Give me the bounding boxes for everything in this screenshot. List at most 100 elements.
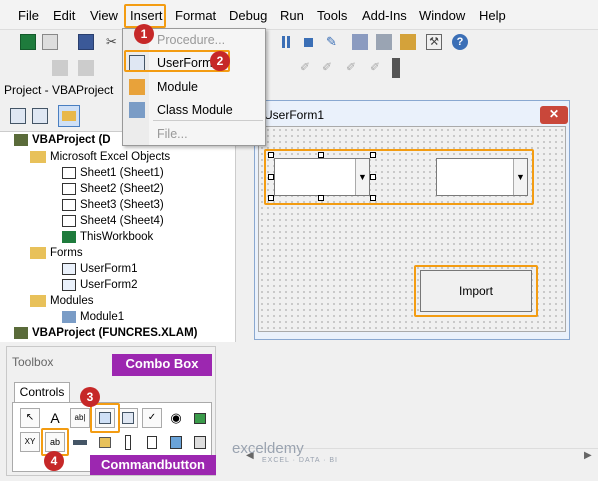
step-badge-3: 3 bbox=[80, 387, 100, 407]
listbox-icon[interactable] bbox=[118, 408, 138, 428]
object-browser-icon[interactable] bbox=[400, 34, 416, 50]
resize-handle[interactable] bbox=[318, 195, 324, 201]
chevron-down-icon[interactable]: ▼ bbox=[513, 159, 527, 195]
project-explorer-icon[interactable] bbox=[352, 34, 368, 50]
userform-title: UserForm1 bbox=[264, 108, 325, 122]
menu-format[interactable]: Format bbox=[175, 8, 216, 23]
folder-icon bbox=[30, 295, 46, 307]
list-constants-icon[interactable] bbox=[78, 60, 94, 76]
togglebutton-icon[interactable] bbox=[190, 408, 210, 428]
tree-userform2[interactable]: UserForm2 bbox=[62, 279, 138, 291]
resize-handle[interactable] bbox=[318, 152, 324, 158]
chevron-down-icon[interactable]: ▼ bbox=[355, 159, 369, 195]
watermark-tagline: EXCEL · DATA · BI bbox=[262, 457, 338, 464]
combo-box-1[interactable]: ▼ bbox=[274, 158, 370, 196]
folder-icon bbox=[30, 151, 46, 163]
resize-handle[interactable] bbox=[370, 174, 376, 180]
menu-edit[interactable]: Edit bbox=[53, 8, 75, 23]
tree-thisworkbook[interactable]: ThisWorkbook bbox=[62, 231, 153, 243]
userform-icon bbox=[62, 263, 76, 275]
toggle-folders-icon[interactable] bbox=[58, 105, 80, 127]
tree-modules[interactable]: Modules bbox=[30, 295, 93, 307]
userform-icon bbox=[62, 279, 76, 291]
list-properties-icon[interactable] bbox=[52, 60, 68, 76]
menu-window[interactable]: Window bbox=[419, 8, 465, 23]
tree-excel-objects[interactable]: Microsoft Excel Objects bbox=[30, 151, 170, 163]
step-badge-2: 2 bbox=[210, 51, 230, 71]
step-badge-4: 4 bbox=[44, 451, 64, 471]
select-objects-icon[interactable]: ↖ bbox=[20, 408, 40, 428]
resize-handle[interactable] bbox=[268, 152, 274, 158]
tree-sheet2[interactable]: Sheet2 (Sheet2) bbox=[62, 183, 164, 195]
tabstrip-icon[interactable] bbox=[70, 432, 90, 452]
scroll-right-icon[interactable]: ▶ bbox=[584, 450, 592, 461]
tree-funcres[interactable]: VBAProject (FUNCRES.XLAM) bbox=[14, 327, 197, 339]
menu-help[interactable]: Help bbox=[479, 8, 506, 23]
toggle-breakpoint-icon[interactable]: ✐ bbox=[300, 60, 316, 76]
uncomment-block-icon[interactable]: ✐ bbox=[346, 60, 362, 76]
workbook-icon bbox=[62, 231, 76, 243]
menu-item-file[interactable]: File... bbox=[157, 127, 188, 141]
menu-file[interactable]: File bbox=[18, 8, 39, 23]
sheet-icon bbox=[62, 167, 76, 179]
tree-module1[interactable]: Module1 bbox=[62, 311, 124, 323]
help-icon[interactable]: ? bbox=[452, 34, 468, 50]
view-object-icon[interactable] bbox=[32, 108, 48, 124]
combo-box-callout: Combo Box bbox=[112, 354, 212, 376]
watermark-logo: exceldemy bbox=[232, 440, 304, 457]
menu-item-procedure[interactable]: Procedure... bbox=[157, 33, 225, 47]
stop-icon[interactable] bbox=[304, 38, 313, 47]
insert-userform-icon[interactable] bbox=[42, 34, 58, 50]
class-module-menu-icon bbox=[129, 102, 145, 118]
spinbutton-icon[interactable] bbox=[142, 432, 162, 452]
refedit-icon[interactable] bbox=[190, 432, 210, 452]
checkbox-icon[interactable]: ✓ bbox=[142, 408, 162, 428]
menu-add-ins[interactable]: Add-Ins bbox=[362, 8, 407, 23]
resize-handle[interactable] bbox=[268, 195, 274, 201]
cut-icon[interactable]: ✂ bbox=[106, 34, 122, 50]
tree-forms[interactable]: Forms bbox=[30, 247, 83, 259]
menu-debug[interactable]: Debug bbox=[229, 8, 267, 23]
label-icon[interactable]: A bbox=[45, 408, 65, 428]
resize-handle[interactable] bbox=[370, 195, 376, 201]
commandbutton-callout: Commandbutton bbox=[90, 455, 216, 475]
tab-controls[interactable]: Controls bbox=[14, 382, 70, 402]
optionbutton-icon[interactable]: ◉ bbox=[166, 408, 186, 428]
toggle-bookmark-icon[interactable]: ✐ bbox=[370, 60, 386, 76]
vbaproject-icon bbox=[14, 327, 28, 339]
close-icon[interactable]: ✕ bbox=[540, 106, 568, 124]
tree-sheet4[interactable]: Sheet4 (Sheet4) bbox=[62, 215, 164, 227]
combo-box-2[interactable]: ▼ bbox=[436, 158, 528, 196]
step-badge-1: 1 bbox=[134, 24, 154, 44]
frame-icon[interactable]: XY bbox=[20, 432, 40, 452]
toolbox-icon[interactable]: ⚒ bbox=[426, 34, 442, 50]
combobox-tool-highlight bbox=[90, 403, 120, 433]
tree-userform1[interactable]: UserForm1 bbox=[62, 263, 138, 275]
tree-sheet3[interactable]: Sheet3 (Sheet3) bbox=[62, 199, 164, 211]
view-code-icon[interactable] bbox=[10, 108, 26, 124]
tree-sheet1[interactable]: Sheet1 (Sheet1) bbox=[62, 167, 164, 179]
save-icon[interactable] bbox=[78, 34, 94, 50]
scrollbar-icon[interactable] bbox=[118, 432, 138, 452]
toolbar-overflow-icon[interactable] bbox=[392, 58, 400, 78]
menu-bar: File Edit View Insert Format Debug Run T… bbox=[0, 0, 598, 30]
menu-view[interactable]: View bbox=[90, 8, 118, 23]
textbox-icon[interactable]: ab| bbox=[70, 408, 90, 428]
properties-window-icon[interactable] bbox=[376, 34, 392, 50]
image-control-icon[interactable] bbox=[166, 432, 186, 452]
design-mode-icon[interactable]: ✎ bbox=[326, 34, 342, 50]
tree-vbaproject[interactable]: VBAProject (D bbox=[14, 134, 111, 146]
sheet-icon bbox=[62, 183, 76, 195]
pause-icon[interactable] bbox=[282, 36, 290, 48]
menu-item-class-module[interactable]: Class Module bbox=[157, 103, 233, 117]
multipage-icon[interactable] bbox=[95, 432, 115, 452]
excel-icon[interactable] bbox=[20, 34, 36, 50]
menu-item-module[interactable]: Module bbox=[157, 80, 198, 94]
import-button[interactable]: Import bbox=[420, 270, 532, 312]
menu-tools[interactable]: Tools bbox=[317, 8, 347, 23]
module-menu-icon bbox=[129, 79, 145, 95]
menu-run[interactable]: Run bbox=[280, 8, 304, 23]
comment-block-icon[interactable]: ✐ bbox=[322, 60, 338, 76]
resize-handle[interactable] bbox=[268, 174, 274, 180]
resize-handle[interactable] bbox=[370, 152, 376, 158]
